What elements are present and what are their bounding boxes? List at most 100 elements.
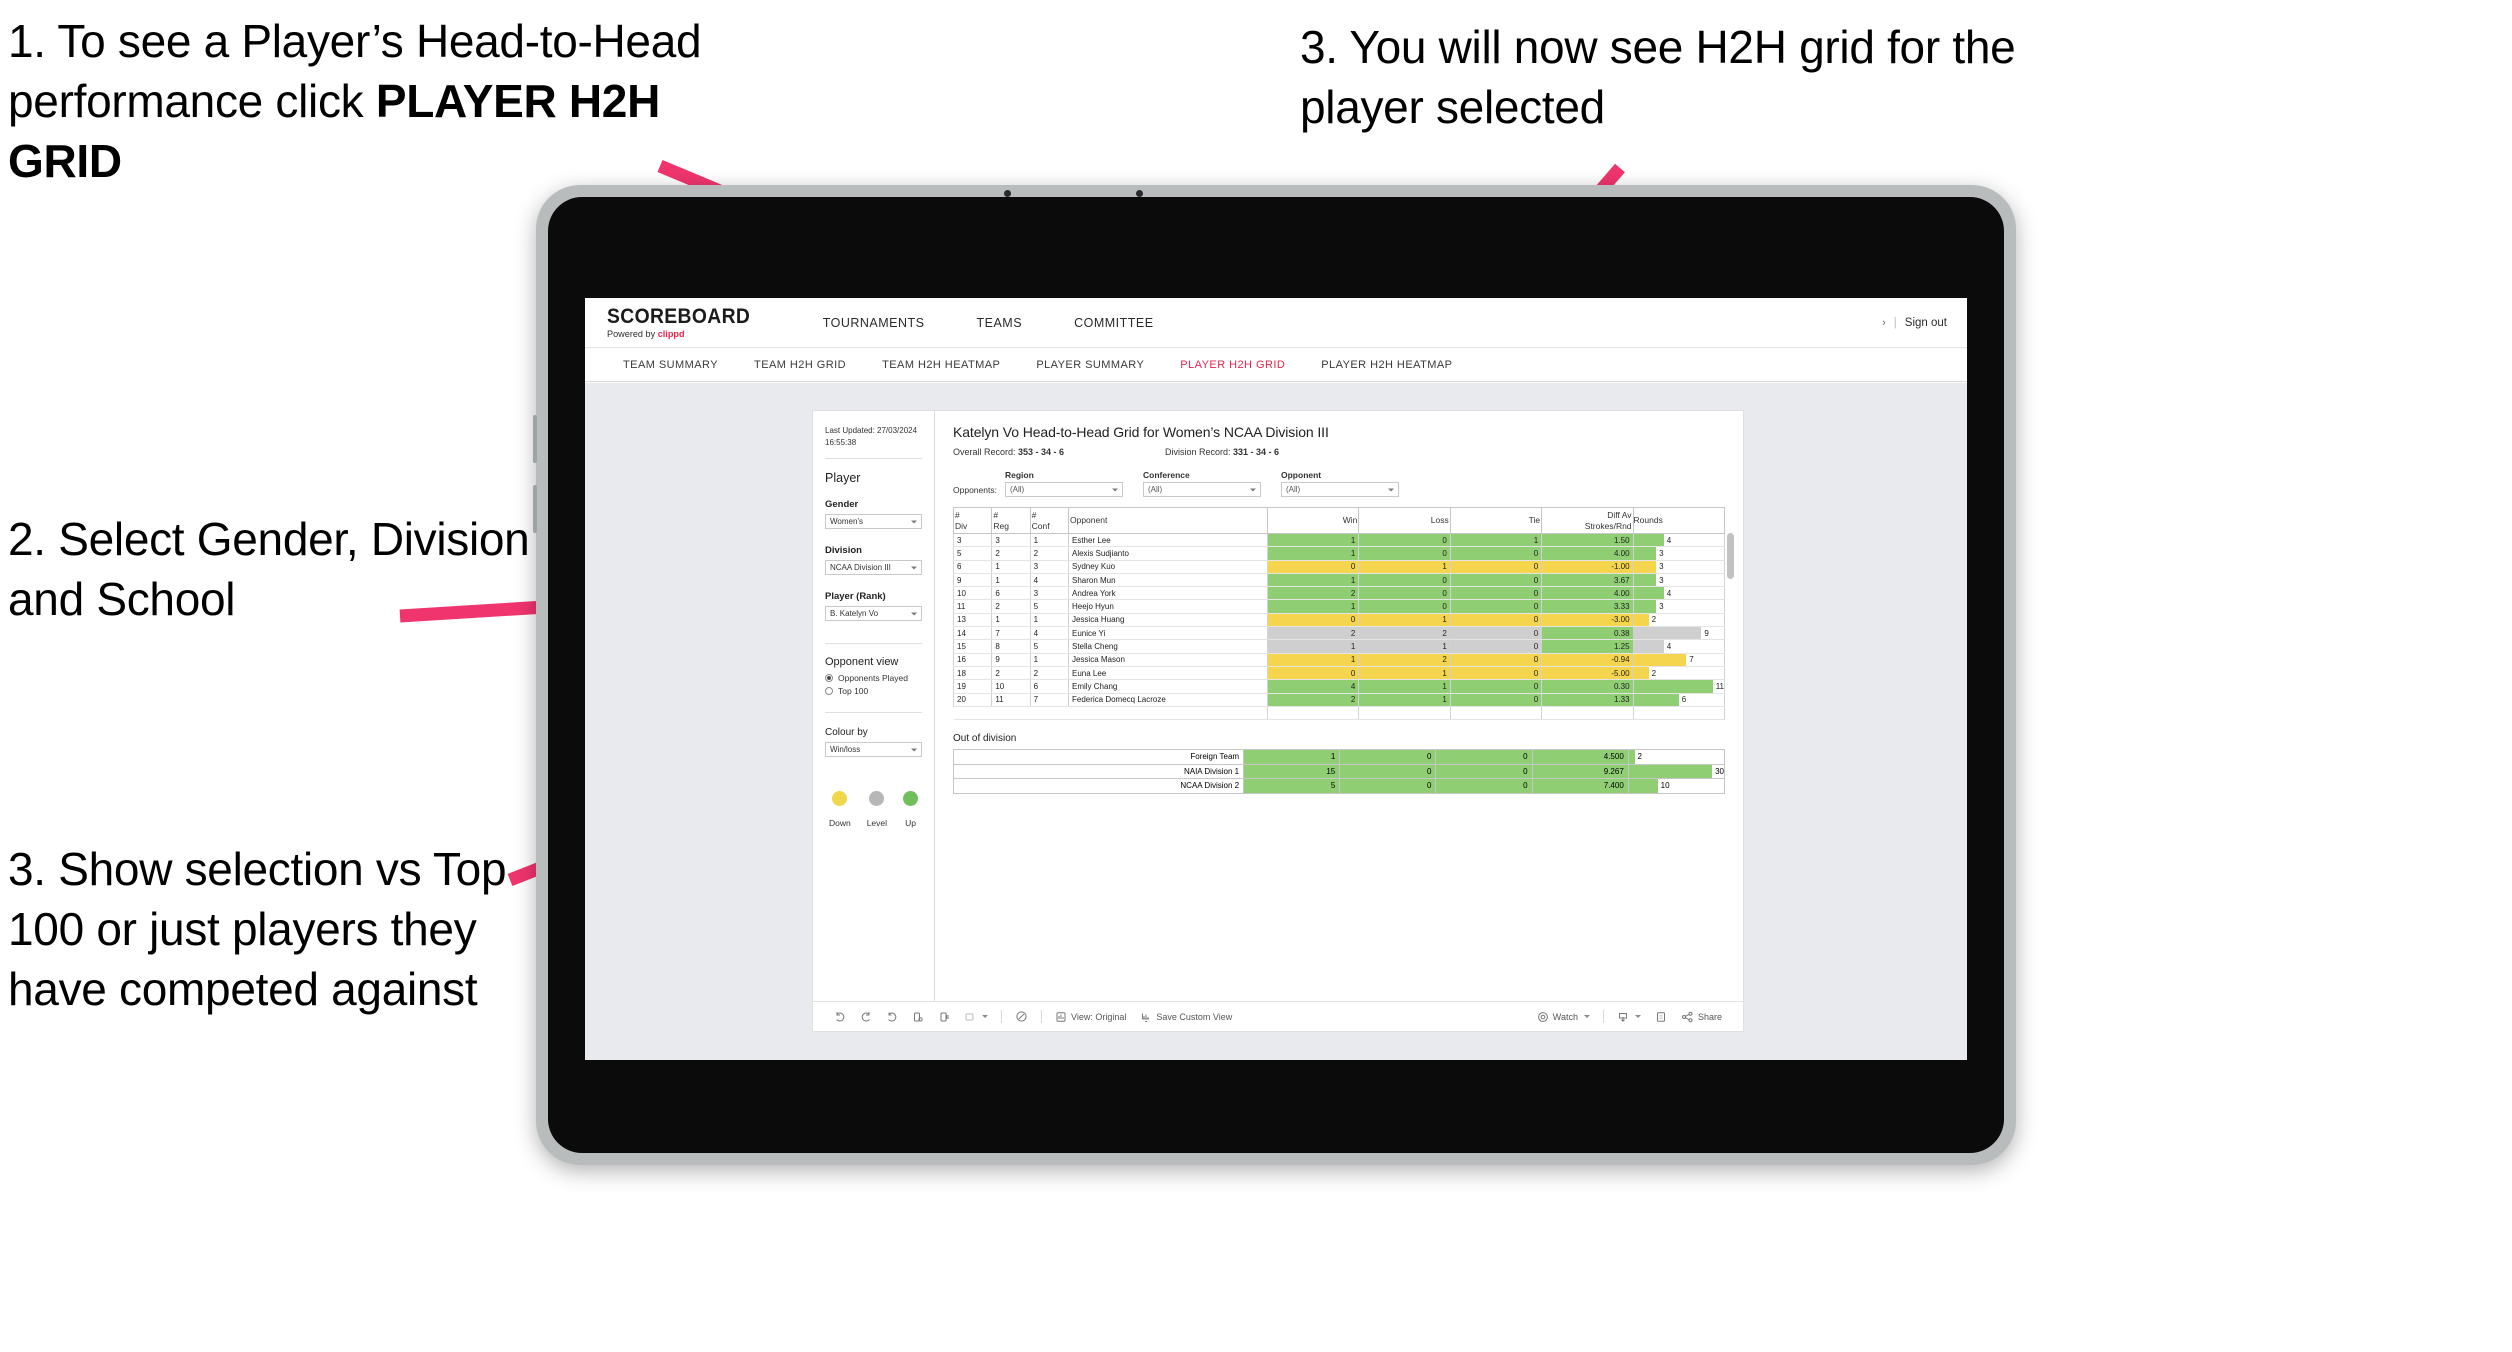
- region-filter-dropdown[interactable]: (All): [1005, 482, 1123, 497]
- table-row[interactable]: 14 7 4 Eunice Yi 2 2 0 0.38 9: [952, 626, 1726, 641]
- legend-swatch-up-icon: [903, 791, 918, 807]
- out-of-division-table: Foreign Team 1 0 0 4.500 2 NAIA Division 1 15 0 0…: [952, 749, 1726, 794]
- opponent-filter: Opponent (All): [1281, 470, 1399, 497]
- table-row[interactable]: 5 2 2 Alexis Sudjianto 1 0 0 4.00 3: [952, 546, 1726, 561]
- conference-filter-dropdown[interactable]: (All): [1143, 482, 1261, 497]
- table-row[interactable]: 10 6 3 Andrea York 2 0 0 4.00 4: [952, 586, 1726, 601]
- cell-conf: 4: [1029, 573, 1069, 588]
- tab-team-summary[interactable]: TEAM SUMMARY: [605, 359, 736, 371]
- table-row[interactable]: 19 10 6 Emily Chang 4 1 0 0.30 11: [952, 679, 1726, 694]
- table-row[interactable]: 16 9 1 Jessica Mason 1 2 0 -0.94 7: [952, 653, 1726, 667]
- save-custom-view-button[interactable]: Save Custom View: [1133, 1011, 1239, 1023]
- last-updated-line-2: 16:55:38: [825, 437, 857, 447]
- cell-opponent: Esther Lee: [1067, 533, 1268, 548]
- cell-div: 11: [952, 599, 993, 614]
- player-rank-dropdown-value: B. Katelyn Vo: [830, 609, 879, 619]
- alerts-button[interactable]: [1008, 1010, 1035, 1023]
- tab-player-summary[interactable]: PLAYER SUMMARY: [1018, 359, 1162, 371]
- cell-rounds: 4: [1632, 639, 1726, 654]
- colour-by-dropdown[interactable]: Win/loss: [825, 742, 922, 758]
- h2h-grid-table-wrapper: # Div # Reg # Conf Opponent Win Loss Tie Di…: [952, 507, 1734, 721]
- cell-rounds: 2: [1632, 613, 1726, 628]
- revert-button[interactable]: [879, 1011, 905, 1023]
- download-button[interactable]: [1610, 1011, 1648, 1023]
- player-rank-dropdown[interactable]: B. Katelyn Vo: [825, 606, 922, 622]
- gender-dropdown[interactable]: Women’s: [825, 514, 922, 530]
- tab-player-h2h-grid[interactable]: PLAYER H2H GRID: [1162, 359, 1303, 371]
- chevron-down-icon: [1583, 1015, 1590, 1018]
- table-row[interactable]: 13 1 1 Jessica Huang 0 1 0 -3.00 2: [952, 613, 1726, 628]
- radio-top-100[interactable]: Top 100: [825, 686, 922, 696]
- division-dropdown[interactable]: NCAA Division III: [825, 560, 922, 576]
- table-row[interactable]: 3 3 1 Esther Lee 1 0 1 1.50 4: [952, 533, 1726, 548]
- rounds-bar-fill: [1633, 600, 1657, 613]
- out-of-division-row[interactable]: NAIA Division 1 15 0 0 9.267 30: [952, 763, 1726, 780]
- cell-div: 10: [952, 586, 993, 601]
- panel-divider-1: [825, 458, 922, 460]
- share-button[interactable]: Share: [1674, 1011, 1729, 1023]
- table-vertical-scrollbar[interactable]: [1727, 533, 1734, 579]
- watch-button[interactable]: Watch: [1530, 1011, 1597, 1023]
- pause-button[interactable]: [931, 1011, 957, 1023]
- nav-item-teams[interactable]: TEAMS: [951, 298, 1049, 348]
- cell-div: 3: [952, 533, 993, 548]
- nav-item-committee[interactable]: COMMITTEE: [1048, 298, 1180, 348]
- cell-opponent: Jessica Mason: [1067, 653, 1268, 667]
- tablet-volume-up-button[interactable]: [533, 415, 537, 463]
- cell-loss: 1: [1358, 679, 1451, 694]
- fullscreen-button[interactable]: [1648, 1011, 1674, 1023]
- toolbar-divider-1: [1001, 1010, 1002, 1023]
- undo-button[interactable]: [827, 1011, 853, 1023]
- table-row[interactable]: 11 2 5 Heejo Hyun 1 0 0 3.33 3: [952, 599, 1726, 614]
- opponent-filter-dropdown[interactable]: (All): [1281, 482, 1399, 497]
- tablet-volume-down-button[interactable]: [533, 485, 537, 533]
- radio-selected-icon: [825, 674, 833, 683]
- tab-team-h2h-grid[interactable]: TEAM H2H GRID: [736, 359, 864, 371]
- tab-player-h2h-heatmap[interactable]: PLAYER H2H HEATMAP: [1303, 359, 1470, 371]
- legend-label-up: Up: [905, 818, 916, 829]
- cell-win: 15: [1243, 763, 1341, 780]
- cell-div: 16: [952, 653, 993, 667]
- rounds-bar: 3: [1633, 573, 1724, 587]
- cell-loss: 0: [1358, 533, 1451, 548]
- redo-button[interactable]: [853, 1011, 879, 1023]
- cell-conf: 3: [1029, 586, 1069, 601]
- col-header-opponent: Opponent: [1067, 507, 1268, 534]
- chevron-down-icon: [982, 1015, 988, 1018]
- sign-out-link[interactable]: Sign out: [1905, 317, 1947, 329]
- tab-team-h2h-heatmap[interactable]: TEAM H2H HEATMAP: [864, 359, 1018, 371]
- out-of-division-row[interactable]: Foreign Team 1 0 0 4.500 2: [952, 749, 1726, 765]
- cell-tie: 0: [1449, 626, 1543, 641]
- out-of-division-title: Out of division: [953, 733, 1017, 745]
- browser-viewport: SCOREBOARD Powered by clippd TOURNAMENTS…: [585, 298, 1967, 1060]
- rounds-bar: 9: [1633, 627, 1724, 640]
- cell-reg: 2: [991, 599, 1031, 614]
- cell-reg: 7: [991, 626, 1031, 641]
- brand-tagline-prefix: Powered by: [607, 328, 658, 340]
- table-row[interactable]: 9 1 4 Sharon Mun 1 0 0 3.67 3: [952, 573, 1726, 588]
- h2h-grid-body: 3 3 1 Esther Lee 1 0 1 1.50 4 5 2 2 Alexis Sudjianto…: [952, 533, 1726, 721]
- table-row[interactable]: 18 2 2 Euna Lee 0 1 0 -5.00 2: [952, 666, 1726, 681]
- nav-item-tournaments[interactable]: TOURNAMENTS: [797, 298, 951, 348]
- brand-logo[interactable]: SCOREBOARD Powered by clippd: [585, 306, 797, 340]
- col-header-diff-line1: Diff Av: [1607, 510, 1632, 521]
- undo-icon: [834, 1011, 846, 1023]
- annotation-step-2: 2. Select Gender, Division and School: [8, 513, 530, 625]
- view-original-button[interactable]: View: Original: [1048, 1011, 1133, 1023]
- radio-opponents-played[interactable]: Opponents Played: [825, 673, 922, 683]
- table-row[interactable]: 15 8 5 Stella Cheng 1 1 0 1.25 4: [952, 639, 1726, 654]
- cell-loss: 1: [1358, 639, 1451, 654]
- cell-diff: 3.33: [1541, 599, 1634, 614]
- cell-loss: 0: [1358, 573, 1451, 588]
- col-header-conf: # Conf: [1029, 507, 1069, 534]
- cell-group-name: NCAA Division 2: [952, 778, 1245, 794]
- zoom-button[interactable]: [957, 1011, 995, 1023]
- out-of-division-row[interactable]: NCAA Division 2 5 0 0 7.400 10: [952, 778, 1726, 794]
- refresh-button[interactable]: [905, 1011, 931, 1023]
- table-row[interactable]: 6 1 3 Sydney Kuo 0 1 0 -1.00 3: [952, 560, 1726, 574]
- cell-conf: 2: [1029, 666, 1069, 681]
- table-row[interactable]: 20 11 7 Federica Domecq Lacroze 2 1 0 1.33 6: [952, 693, 1726, 707]
- cell-reg: 11: [991, 693, 1031, 707]
- cell-loss: 0: [1358, 586, 1451, 601]
- col-header-conf-line1: #: [1031, 510, 1037, 521]
